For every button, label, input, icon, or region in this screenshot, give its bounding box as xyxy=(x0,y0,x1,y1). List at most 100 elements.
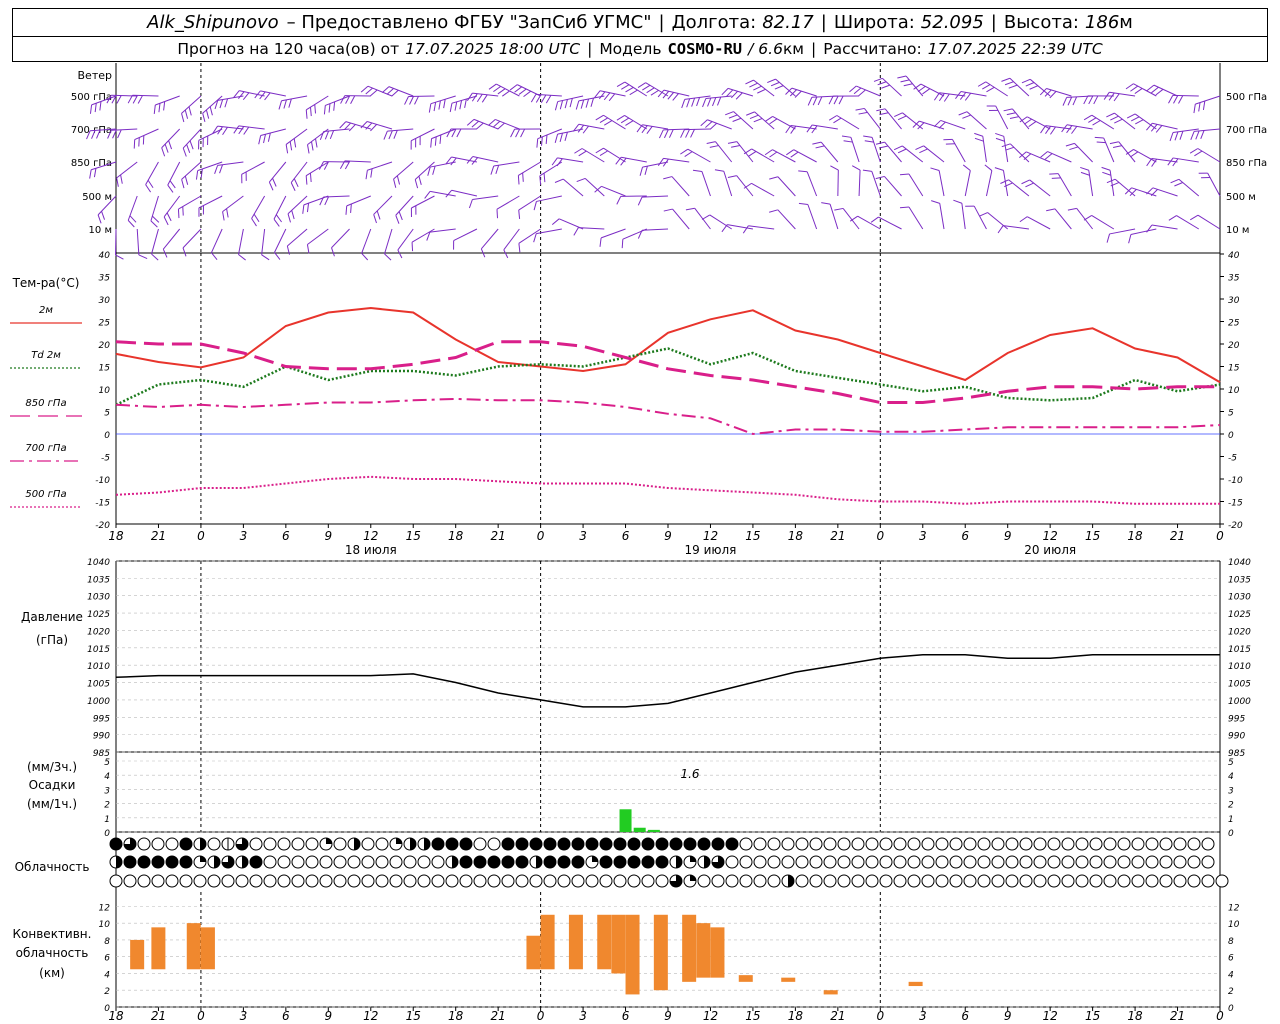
cloud-circle xyxy=(375,874,389,888)
pressure-tick-label-right: 995 xyxy=(1228,714,1245,724)
wind-barb xyxy=(584,178,605,197)
wind-barb-feather xyxy=(899,173,910,176)
wind-title: Ветер xyxy=(78,69,112,82)
wind-barb-feather xyxy=(785,125,792,134)
wind-barb-feather xyxy=(263,134,266,144)
pressure-tick-label-right: 1000 xyxy=(1228,697,1251,707)
wind-barb xyxy=(395,195,414,216)
wind-barb-feather xyxy=(219,164,224,174)
cloud-circle xyxy=(1033,837,1047,851)
wind-barb xyxy=(430,190,456,197)
wind-barb-feather xyxy=(386,88,394,95)
wind-barb-feather xyxy=(621,84,630,90)
hour-label: 0 xyxy=(876,1009,884,1023)
conv-bar xyxy=(611,914,626,974)
wind-barb-feather xyxy=(1071,126,1078,134)
cloud-circle xyxy=(291,837,305,851)
wind-barb-feather xyxy=(233,125,240,134)
wind-barb-feather xyxy=(554,101,559,111)
cloudiness-panel xyxy=(109,837,1229,888)
wind-barb xyxy=(346,195,371,207)
wind-barb-feather xyxy=(409,96,414,105)
hour-label: 0 xyxy=(537,529,545,543)
wind-barb-feather xyxy=(580,99,585,109)
wind-barb xyxy=(1195,95,1221,105)
cloud-circle xyxy=(473,837,487,851)
wind-barb-feather xyxy=(821,202,831,205)
wind-barb-feather xyxy=(1194,150,1203,157)
temp-tick-label-left: 35 xyxy=(99,274,111,284)
wind-barb-feather xyxy=(680,148,689,155)
wind-barb-feather xyxy=(684,151,693,157)
wind-barb xyxy=(736,141,754,163)
wind-barb xyxy=(325,95,350,106)
wind-barb xyxy=(1057,173,1072,197)
wind-barb-feather xyxy=(365,87,373,95)
hour-label: 12 xyxy=(703,529,718,543)
wind-barb-feather xyxy=(1130,85,1139,92)
wind-barb-feather xyxy=(650,89,659,96)
wind-barb-feather xyxy=(745,79,754,85)
temp-tick-label-right: 40 xyxy=(1228,251,1240,261)
wind-barb-feather xyxy=(1130,151,1139,158)
wind-barb xyxy=(178,195,202,210)
wind-barb-feather xyxy=(328,103,331,113)
cloud-full xyxy=(614,856,626,868)
wind-barb-feather xyxy=(696,97,701,107)
precip-tick-label-left: 5 xyxy=(104,758,110,768)
cloud-half xyxy=(354,838,360,850)
wind-barb-feather xyxy=(995,132,1004,137)
wind-barb-feather xyxy=(769,209,778,213)
wind-barb-feather xyxy=(116,95,122,104)
wind-barb-feather xyxy=(1009,116,1019,120)
cloud-quarter xyxy=(396,838,402,844)
wind-barb-feather xyxy=(189,140,194,150)
wind-barb-feather xyxy=(1128,234,1132,244)
wind-barb-feather xyxy=(329,130,335,140)
hour-label: 21 xyxy=(151,1009,166,1023)
wind-barb xyxy=(1134,113,1157,130)
conv-title-2: облачность xyxy=(16,946,89,960)
wind-barb xyxy=(393,161,414,180)
wind-barb-feather xyxy=(471,120,479,128)
wind-barb-feather xyxy=(1065,142,1075,147)
wind-barb xyxy=(1130,228,1157,236)
temp-legend-label: 850 гПа xyxy=(25,398,66,409)
wind-barb-feather xyxy=(559,100,564,110)
cloud-circle xyxy=(207,874,221,888)
wind-barb-feather xyxy=(1005,146,1015,151)
wind-barb-feather xyxy=(324,196,330,206)
cloud-circle xyxy=(949,855,963,869)
wind-barb-feather xyxy=(287,213,291,223)
cloud-circle xyxy=(1159,837,1173,851)
wind-barb-feather xyxy=(881,84,890,89)
cloud-circle xyxy=(1047,837,1061,851)
cloud-circle xyxy=(1131,874,1145,888)
pressure-line xyxy=(115,654,1220,708)
wind-barb-feather xyxy=(319,131,325,141)
wind-barb-feather xyxy=(1019,216,1028,223)
hour-label: 18 xyxy=(1127,1009,1143,1023)
wind-barb-feather xyxy=(391,89,399,97)
wind-barb-feather xyxy=(127,95,133,104)
wind-barb-feather xyxy=(181,179,185,189)
wind-barb xyxy=(864,108,881,130)
conv-tick-label-right: 6 xyxy=(1228,954,1234,964)
wind-barb-feather xyxy=(324,130,330,140)
wind-barb xyxy=(1076,208,1094,230)
wind-barb-feather xyxy=(309,107,312,117)
wind-barb-feather xyxy=(466,119,475,126)
wind-barb-feather xyxy=(559,133,563,142)
cloud-circle xyxy=(389,874,403,888)
wind-barb-feather xyxy=(443,99,446,109)
wind-barb-feather xyxy=(488,119,496,126)
cloud-circle xyxy=(109,874,123,888)
wind-barb-feather xyxy=(97,214,102,224)
wind-barb-feather xyxy=(1094,136,1104,139)
wind-barb xyxy=(940,119,966,130)
cloud-circle xyxy=(1103,855,1117,869)
wind-barb xyxy=(198,128,223,141)
wind-barb xyxy=(905,75,924,97)
wind-barb-feather xyxy=(518,243,521,253)
wind-barb-feather xyxy=(361,253,369,261)
